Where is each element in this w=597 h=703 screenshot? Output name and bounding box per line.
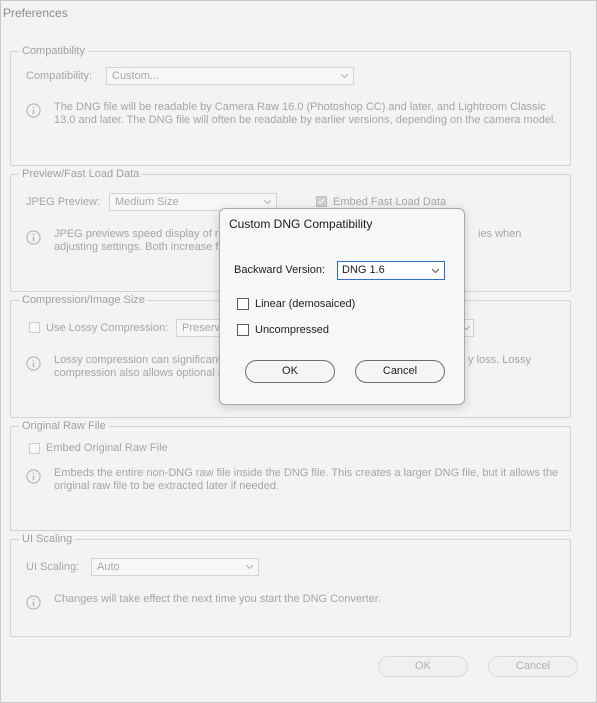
embed-fast-load-checkbox[interactable] <box>316 196 327 207</box>
window-title: Preferences <box>3 6 68 20</box>
original-raw-info: Embeds the entire non-DNG raw file insid… <box>54 467 564 493</box>
preview-info-line-1: JPEG previews speed display of re <box>54 228 225 240</box>
ok-button[interactable]: OK <box>378 656 468 677</box>
preview-info-line-2: adjusting settings. Both increase f <box>54 241 219 253</box>
chevron-down-icon <box>341 74 348 78</box>
ui-scaling-legend: UI Scaling <box>19 532 76 546</box>
backward-version-value: DNG 1.6 <box>342 264 385 276</box>
compression-info-line-2: compression also allows optional re <box>54 367 228 379</box>
embed-original-label: Embed Original Raw File <box>46 442 168 454</box>
checkmark-icon <box>317 198 325 205</box>
dialog-cancel-button[interactable]: Cancel <box>355 360 445 383</box>
original-raw-info-line-2: original raw file to be extracted later … <box>54 480 280 492</box>
cancel-button[interactable]: Cancel <box>488 656 578 677</box>
ui-scaling-group: UI Scaling UI Scaling: Auto Changes will… <box>10 532 571 637</box>
backward-version-select[interactable]: DNG 1.6 <box>337 261 445 280</box>
linear-checkbox[interactable] <box>237 298 249 310</box>
info-circle-icon <box>26 595 41 610</box>
compression-legend: Compression/Image Size <box>19 293 148 307</box>
dialog-ok-button[interactable]: OK <box>245 360 335 383</box>
jpeg-preview-value: Medium Size <box>115 196 179 208</box>
original-raw-info-line-1: Embeds the entire non-DNG raw file insid… <box>54 467 559 479</box>
compatibility-group: Compatibility Compatibility: Custom... T… <box>10 44 571 166</box>
linear-label: Linear (demosaiced) <box>255 298 356 310</box>
info-circle-icon <box>26 356 41 371</box>
chevron-down-icon <box>264 200 271 204</box>
original-raw-group: Original Raw File Embed Original Raw Fil… <box>10 419 571 531</box>
embed-fast-load-label: Embed Fast Load Data <box>333 196 447 208</box>
original-raw-legend: Original Raw File <box>19 419 109 433</box>
preview-legend: Preview/Fast Load Data <box>19 167 143 181</box>
compatibility-label: Compatibility: <box>26 70 93 82</box>
chevron-down-icon <box>432 269 439 273</box>
uncompressed-checkbox[interactable] <box>237 324 249 336</box>
uncompressed-label: Uncompressed <box>255 324 329 336</box>
compatibility-value: Custom... <box>112 70 160 82</box>
ui-scaling-value: Auto <box>97 561 120 573</box>
compatibility-info: The DNG file will be readable by Camera … <box>54 101 564 127</box>
lossy-compression-checkbox[interactable] <box>29 322 40 333</box>
ui-scaling-select[interactable]: Auto <box>91 558 259 576</box>
info-circle-icon <box>26 230 41 245</box>
custom-dng-compatibility-dialog: Custom DNG Compatibility Backward Versio… <box>219 208 465 405</box>
jpeg-preview-label: JPEG Preview: <box>26 196 100 208</box>
ui-scaling-label: UI Scaling: <box>26 561 80 573</box>
embed-original-checkbox[interactable] <box>29 443 40 454</box>
ui-scaling-info: Changes will take effect the next time y… <box>54 593 381 605</box>
preview-info-line-1-end: ies when <box>478 228 522 240</box>
info-circle-icon <box>26 103 41 118</box>
chevron-down-icon <box>246 565 253 569</box>
compatibility-select[interactable]: Custom... <box>106 67 354 85</box>
lossy-compression-label: Use Lossy Compression: <box>46 322 169 334</box>
compatibility-legend: Compatibility <box>19 44 88 58</box>
compatibility-info-line-2: 13.0 and later. The DNG file will often … <box>54 114 557 126</box>
info-circle-icon <box>26 469 41 484</box>
compression-info-line-1: Lossy compression can significantly <box>54 354 229 366</box>
compression-info-line-1-end: y loss. Lossy <box>468 354 531 366</box>
backward-version-label: Backward Version: <box>234 264 326 276</box>
compatibility-info-line-1: The DNG file will be readable by Camera … <box>54 101 546 113</box>
dialog-title: Custom DNG Compatibility <box>229 217 373 231</box>
